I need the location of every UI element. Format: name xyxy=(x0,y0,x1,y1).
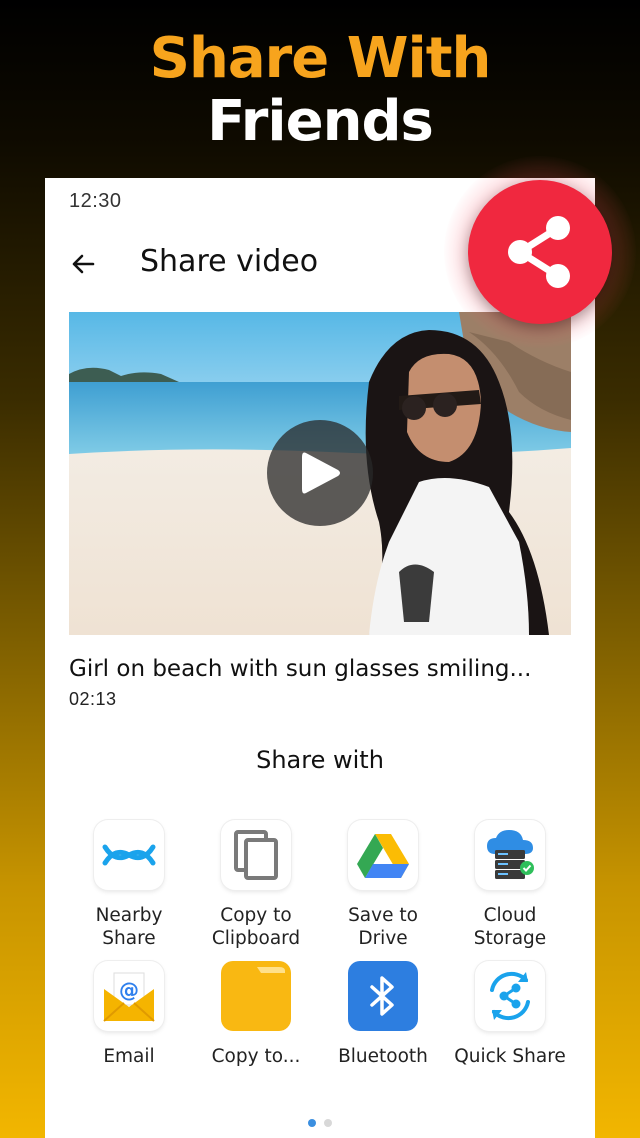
share-app-label: Save to Drive xyxy=(348,905,418,949)
share-fab-button[interactable] xyxy=(468,180,612,324)
svg-text:@: @ xyxy=(119,978,139,1002)
quick-share-icon xyxy=(475,961,545,1031)
page-dot[interactable] xyxy=(324,1119,332,1127)
page-dot-active[interactable] xyxy=(308,1119,316,1127)
play-icon xyxy=(302,452,340,494)
headline-line-1: Share With xyxy=(149,26,492,91)
share-app-email[interactable]: @ Email xyxy=(64,961,194,1068)
video-thumbnail[interactable] xyxy=(69,312,571,635)
share-app-label: Email xyxy=(103,1046,155,1067)
share-app-copy-to-clipboard[interactable]: Copy to Clipboard xyxy=(191,820,321,950)
bluetooth-icon xyxy=(348,961,418,1031)
share-app-quick-share[interactable]: Quick Share xyxy=(445,961,575,1068)
status-time: 12:30 xyxy=(69,190,122,212)
share-with-heading: Share with xyxy=(256,746,384,774)
nearby-share-icon xyxy=(94,820,164,890)
drive-icon xyxy=(348,820,418,890)
share-app-copy-to[interactable]: Copy to... xyxy=(191,961,321,1068)
email-icon: @ xyxy=(94,961,164,1031)
share-app-label: Copy to Clipboard xyxy=(211,905,301,949)
share-app-label: Bluetooth xyxy=(338,1046,428,1067)
share-app-bluetooth[interactable]: Bluetooth xyxy=(318,961,448,1068)
page-title: Share video xyxy=(140,244,319,279)
arrow-left-icon[interactable] xyxy=(67,248,99,280)
play-button[interactable] xyxy=(267,420,373,526)
cloud-storage-icon xyxy=(475,820,545,890)
share-app-label: Quick Share xyxy=(454,1046,566,1067)
headline-line-2: Friends xyxy=(207,89,434,154)
clipboard-icon xyxy=(221,820,291,890)
share-app-nearby-share[interactable]: Nearby Share xyxy=(64,820,194,950)
share-icon xyxy=(508,216,570,288)
video-duration: 02:13 xyxy=(69,689,117,709)
share-app-cloud-storage[interactable]: Cloud Storage xyxy=(445,820,575,950)
video-title: Girl on beach with sun glasses smiling..… xyxy=(69,656,532,682)
folder-icon xyxy=(221,961,291,1031)
share-app-label: Copy to... xyxy=(211,1046,301,1067)
page-indicator xyxy=(308,1119,332,1127)
share-app-label: Nearby Share xyxy=(95,905,163,949)
share-app-save-to-drive[interactable]: Save to Drive xyxy=(318,820,448,950)
share-app-label: Cloud Storage xyxy=(473,905,547,949)
